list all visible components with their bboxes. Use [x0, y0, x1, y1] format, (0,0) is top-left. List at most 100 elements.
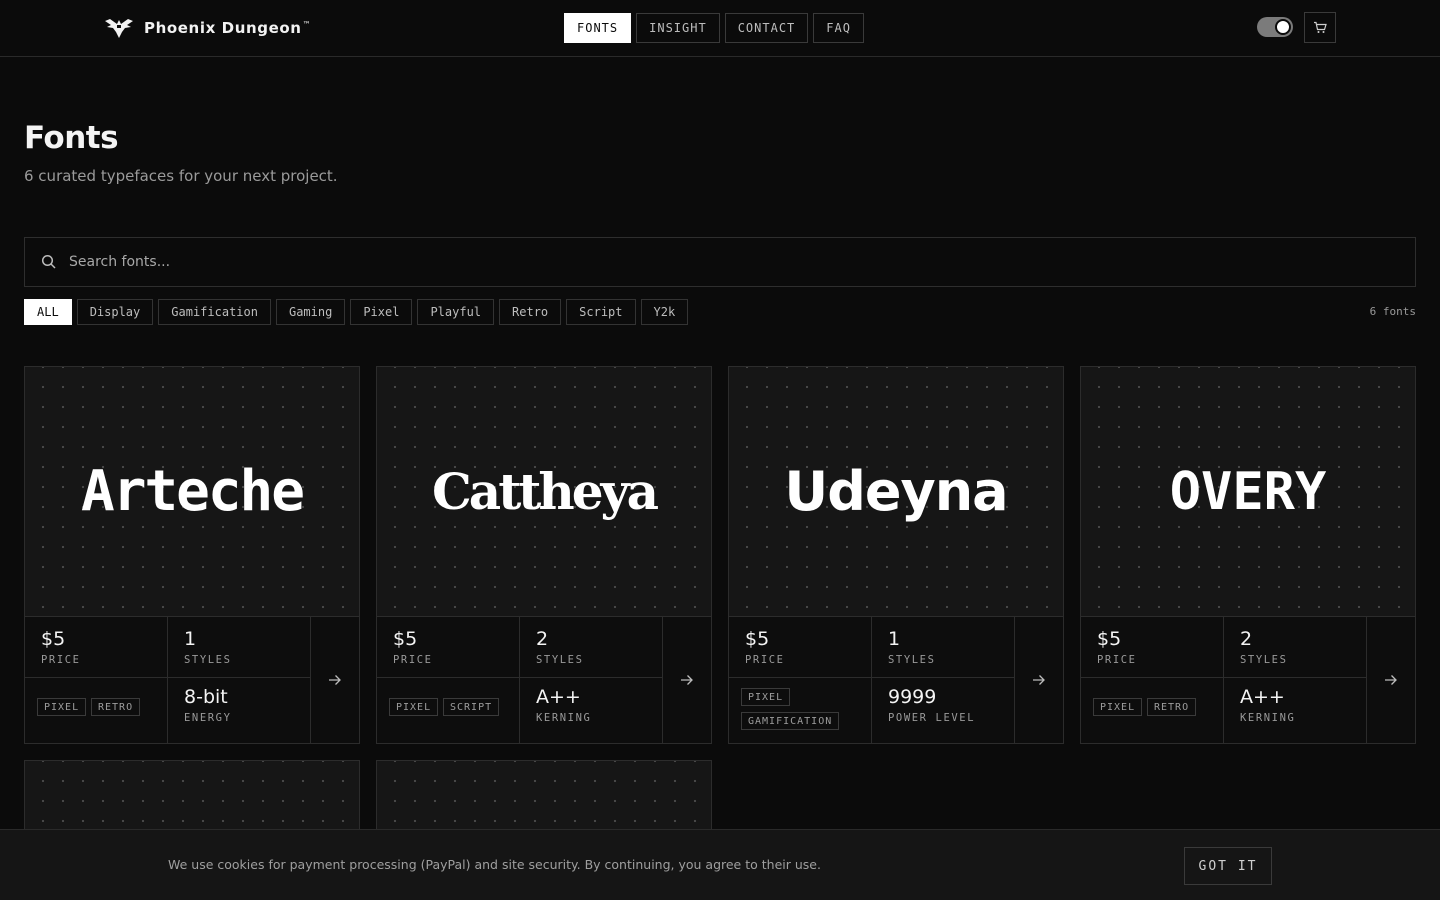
styles-label: STYLES	[184, 654, 232, 666]
tag-pixel: PIXEL	[1093, 698, 1143, 716]
styles-cell: 2 STYLES	[520, 617, 663, 677]
filter-gaming[interactable]: Gaming	[275, 299, 346, 325]
price-value: $5	[393, 628, 418, 650]
cart-button[interactable]	[1304, 12, 1336, 43]
stat-cell: 8-bit ENERGY	[168, 678, 311, 743]
cart-icon	[1314, 21, 1327, 33]
search-icon	[41, 254, 56, 269]
filter-pixel[interactable]: Pixel	[350, 299, 413, 325]
price-label: PRICE	[1097, 654, 1137, 666]
price-cell: $5 PRICE	[377, 617, 520, 677]
font-count: 6 fonts	[1369, 305, 1416, 318]
filter-tags: ALL Display Gamification Gaming Pixel Pl…	[24, 299, 689, 325]
stat-value: A++	[1240, 686, 1285, 708]
font-name: Cattheya	[432, 461, 659, 521]
font-preview[interactable]: Udeyna	[729, 367, 1063, 617]
styles-value: 1	[184, 628, 197, 650]
price-cell: $5 PRICE	[729, 617, 872, 677]
brand-name: Phoenix Dungeon™	[144, 19, 312, 37]
stat-label: KERNING	[536, 712, 592, 724]
filter-display[interactable]: Display	[76, 299, 154, 325]
price-cell: $5 PRICE	[1081, 617, 1224, 677]
stat-cell: 9999 POWER LEVEL	[872, 678, 1015, 743]
tags-cell: PIXEL RETRO	[1081, 678, 1224, 743]
styles-cell: 1 STYLES	[872, 617, 1015, 677]
font-card-overy[interactable]: OVERY $5 PRICE 2 STYLES PIXEL RETRO A++ …	[1080, 366, 1416, 744]
site-header: Phoenix Dungeon™ FONTS INSIGHT CONTACT F…	[0, 0, 1440, 57]
styles-value: 2	[1240, 628, 1253, 650]
stat-value: A++	[536, 686, 581, 708]
filter-y2k[interactable]: Y2k	[640, 299, 689, 325]
font-card-arteche[interactable]: Arteche $5 PRICE 1 STYLES PIXEL RETRO 8-…	[24, 366, 360, 744]
tag-pixel: PIXEL	[37, 698, 87, 716]
open-font-button[interactable]	[1015, 617, 1063, 743]
filter-playful[interactable]: Playful	[417, 299, 495, 325]
cookie-accept-button[interactable]: GOT IT	[1184, 847, 1272, 885]
nav-contact[interactable]: CONTACT	[724, 13, 809, 43]
cookie-banner: We use cookies for payment processing (P…	[0, 829, 1440, 900]
cookie-text: We use cookies for payment processing (P…	[168, 857, 821, 872]
price-cell: $5 PRICE	[25, 617, 168, 677]
stat-value: 8-bit	[184, 686, 228, 708]
styles-label: STYLES	[1240, 654, 1288, 666]
filter-gamification[interactable]: Gamification	[158, 299, 271, 325]
page-subtitle: 6 curated typefaces for your next projec…	[24, 167, 338, 185]
brand-link[interactable]: Phoenix Dungeon™	[104, 14, 311, 42]
page-title: Fonts	[24, 120, 119, 156]
tag-retro: RETRO	[91, 698, 141, 716]
arrow-right-icon	[1033, 675, 1045, 685]
search-bar	[24, 237, 1416, 287]
styles-value: 1	[888, 628, 901, 650]
arrow-right-icon	[1385, 675, 1397, 685]
price-value: $5	[41, 628, 66, 650]
brand-trademark: ™	[302, 20, 312, 29]
tag-pixel: PIXEL	[389, 698, 439, 716]
font-card-cattheya[interactable]: Cattheya $5 PRICE 2 STYLES PIXEL SCRIPT …	[376, 366, 712, 744]
nav-faq[interactable]: FAQ	[813, 13, 864, 43]
tag-gamification: GAMIFICATION	[741, 712, 840, 730]
stat-cell: A++ KERNING	[1224, 678, 1367, 743]
stat-label: ENERGY	[184, 712, 232, 724]
styles-label: STYLES	[536, 654, 584, 666]
font-name: Udeyna	[784, 459, 1008, 523]
phoenix-logo-icon	[105, 19, 133, 38]
font-name: OVERY	[1169, 461, 1327, 522]
tags-cell: PIXEL GAMIFICATION	[729, 678, 872, 743]
theme-toggle-knob	[1275, 19, 1291, 35]
stat-label: KERNING	[1240, 712, 1296, 724]
open-font-button[interactable]	[1367, 617, 1415, 743]
tag-script: SCRIPT	[443, 698, 500, 716]
nav-fonts[interactable]: FONTS	[564, 13, 632, 43]
filter-script[interactable]: Script	[566, 299, 636, 325]
filter-all[interactable]: ALL	[24, 299, 72, 325]
styles-cell: 2 STYLES	[1224, 617, 1367, 677]
tag-pixel: PIXEL	[741, 688, 791, 706]
price-value: $5	[745, 628, 770, 650]
stat-value: 9999	[888, 686, 937, 708]
font-preview[interactable]: OVERY	[1081, 367, 1415, 617]
tags-cell: PIXEL RETRO	[25, 678, 168, 743]
styles-label: STYLES	[888, 654, 936, 666]
price-label: PRICE	[393, 654, 433, 666]
price-value: $5	[1097, 628, 1122, 650]
styles-value: 2	[536, 628, 549, 650]
arrow-right-icon	[681, 675, 693, 685]
tags-cell: PIXEL SCRIPT	[377, 678, 520, 743]
theme-toggle[interactable]	[1257, 17, 1293, 37]
font-card-udeyna[interactable]: Udeyna $5 PRICE 1 STYLES PIXEL GAMIFICAT…	[728, 366, 1064, 744]
font-preview[interactable]: Arteche	[25, 367, 359, 617]
font-name: Arteche	[80, 458, 305, 524]
search-input[interactable]	[69, 238, 1415, 286]
filter-retro[interactable]: Retro	[499, 299, 562, 325]
stat-cell: A++ KERNING	[520, 678, 663, 743]
nav-insight[interactable]: INSIGHT	[636, 13, 720, 43]
font-preview[interactable]: Cattheya	[377, 367, 711, 617]
price-label: PRICE	[41, 654, 81, 666]
tag-retro: RETRO	[1147, 698, 1197, 716]
price-label: PRICE	[745, 654, 785, 666]
main-nav: FONTS INSIGHT CONTACT FAQ	[564, 13, 864, 43]
styles-cell: 1 STYLES	[168, 617, 311, 677]
stat-label: POWER LEVEL	[888, 712, 976, 724]
open-font-button[interactable]	[311, 617, 359, 743]
open-font-button[interactable]	[663, 617, 711, 743]
